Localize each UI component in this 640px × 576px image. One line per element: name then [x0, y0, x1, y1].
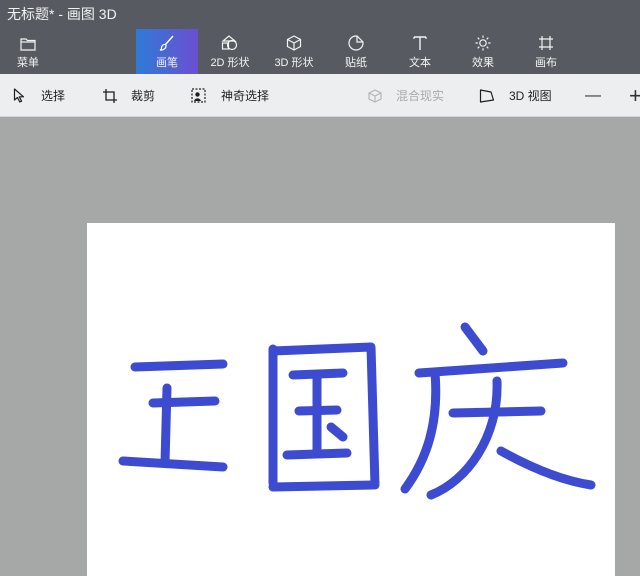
- canvas-icon: [538, 29, 554, 51]
- menu-label: 菜单: [17, 57, 39, 69]
- mixed-reality-label: 混合现实: [396, 89, 445, 103]
- mixed-reality-button[interactable]: 混合现实: [367, 74, 444, 117]
- cube-icon: [286, 29, 302, 51]
- main-ribbon: 菜单 画笔 2D 形状 3D 形状 贴纸 文本 效果 画布: [0, 29, 640, 74]
- magic-select-label: 神奇选择: [221, 89, 270, 103]
- zoom-out-button[interactable]: —: [585, 74, 601, 117]
- menu-button[interactable]: 菜单: [17, 29, 57, 74]
- sun-icon: [475, 29, 491, 51]
- tab-text[interactable]: 文本: [400, 29, 440, 74]
- tab-brushes-label: 画笔: [156, 57, 178, 69]
- stroke: [268, 480, 378, 492]
- workspace: [0, 117, 640, 576]
- tab-effects-label: 效果: [472, 57, 494, 69]
- view-3d-button[interactable]: 3D 视图: [479, 74, 552, 117]
- tab-3d-shapes-label: 3D 形状: [274, 57, 314, 69]
- tab-stickers[interactable]: 贴纸: [336, 29, 376, 74]
- view-3d-icon: [479, 88, 495, 104]
- mixed-reality-icon: [367, 88, 383, 104]
- cursor-icon: [13, 88, 25, 103]
- stroke: [400, 368, 441, 494]
- sticker-icon: [348, 29, 364, 51]
- stroke: [118, 456, 228, 472]
- folder-icon: [17, 29, 36, 51]
- tab-canvas-label: 画布: [535, 57, 557, 69]
- stroke: [460, 322, 488, 356]
- crop-button[interactable]: 裁剪: [102, 74, 155, 117]
- brush-icon: [159, 29, 175, 51]
- select-label: 选择: [41, 89, 66, 103]
- stroke: [130, 359, 228, 372]
- stroke: [414, 358, 568, 378]
- drawing-canvas[interactable]: [87, 223, 615, 576]
- tab-stickers-label: 贴纸: [345, 57, 367, 69]
- stroke: [268, 342, 380, 490]
- tab-effects[interactable]: 效果: [463, 29, 503, 74]
- tab-canvas[interactable]: 画布: [526, 29, 566, 74]
- handwriting-strokes: [118, 322, 596, 500]
- magic-select-button[interactable]: 神奇选择: [191, 74, 269, 117]
- crop-label: 裁剪: [131, 89, 156, 103]
- secondary-toolbar: 选择 裁剪 神奇选择 混合现实 3D 视图 — +: [0, 74, 640, 117]
- tab-brushes[interactable]: 画笔: [136, 29, 198, 74]
- stroke: [496, 446, 596, 490]
- magic-select-icon: [191, 87, 207, 104]
- tab-text-label: 文本: [409, 57, 431, 69]
- stroke: [426, 376, 502, 500]
- stroke: [160, 383, 172, 468]
- select-button[interactable]: 选择: [13, 74, 65, 117]
- tab-3d-shapes[interactable]: 3D 形状: [268, 29, 320, 74]
- window-title: 无标题* - 画图 3D: [0, 0, 640, 29]
- view-3d-label: 3D 视图: [509, 89, 552, 103]
- 2d-shapes-icon: [221, 29, 239, 51]
- stroke: [326, 422, 348, 442]
- tab-2d-shapes-label: 2D 形状: [210, 57, 250, 69]
- tab-2d-shapes[interactable]: 2D 形状: [204, 29, 256, 74]
- text-icon: [413, 29, 427, 51]
- crop-icon: [102, 88, 118, 104]
- zoom-in-button[interactable]: +: [629, 74, 640, 117]
